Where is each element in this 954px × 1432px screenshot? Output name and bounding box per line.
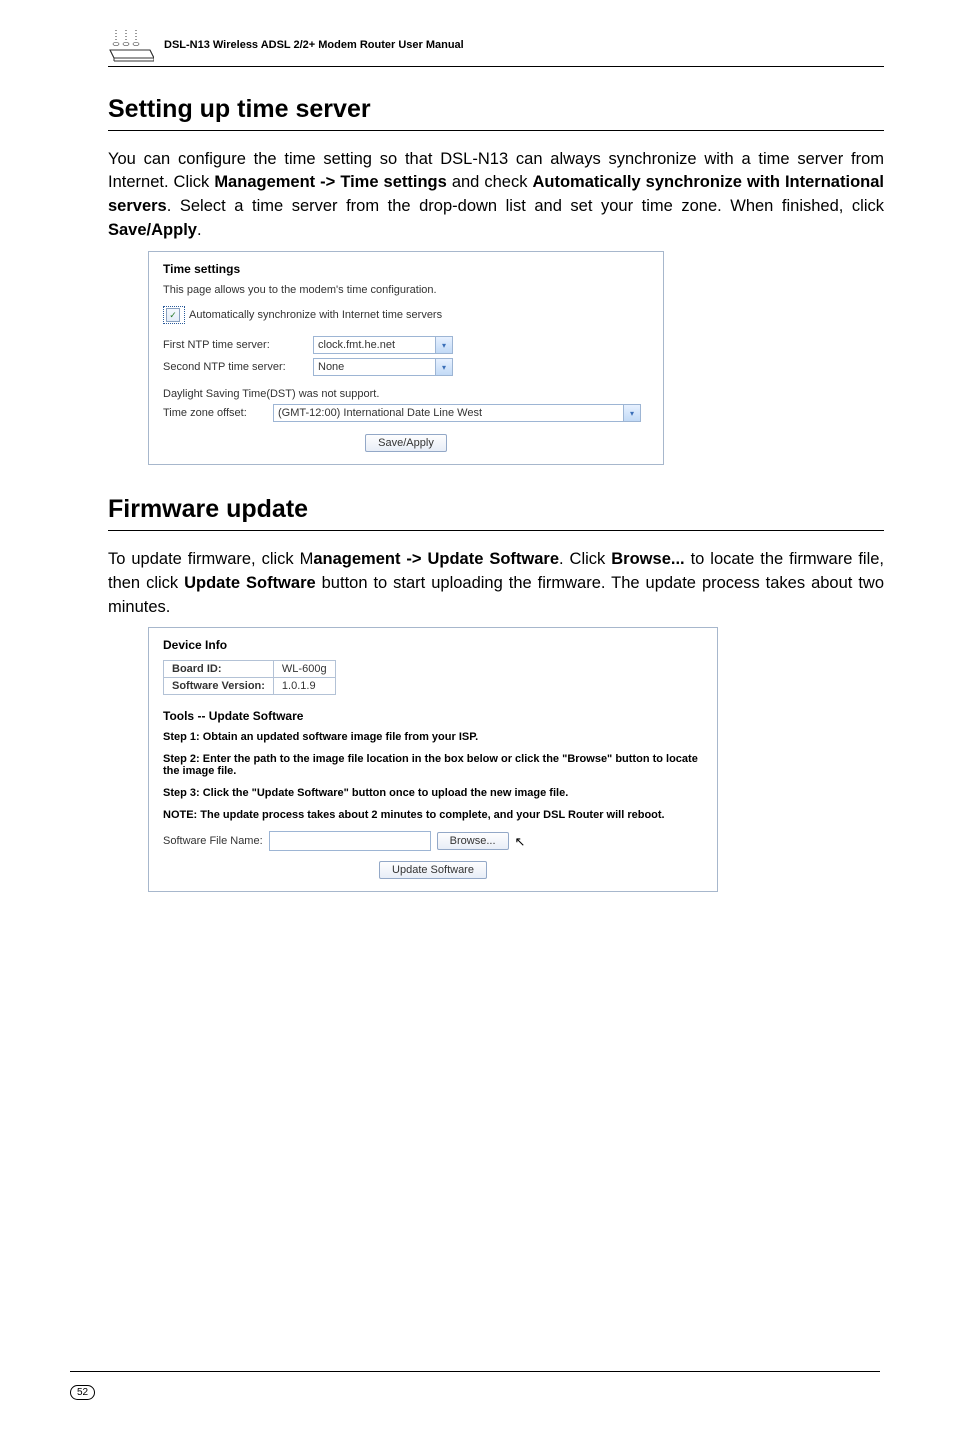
file-label: Software File Name: — [163, 835, 263, 847]
tz-label: Time zone offset: — [163, 407, 273, 419]
auto-sync-checkbox-wrap: ✓ — [163, 306, 185, 324]
first-ntp-label: First NTP time server: — [163, 339, 313, 351]
chevron-down-icon: ▾ — [435, 359, 452, 375]
step2: Step 2: Enter the path to the image file… — [163, 753, 703, 777]
tz-select[interactable]: (GMT-12:00) International Date Line West… — [273, 404, 641, 422]
section1-body: You can configure the time setting so th… — [108, 148, 884, 244]
chevron-down-icon: ▾ — [435, 337, 452, 353]
step3: Step 3: Click the "Update Software" butt… — [163, 787, 703, 799]
browse-button[interactable]: Browse... — [437, 832, 509, 850]
router-icon — [108, 28, 154, 62]
section2-body: To update firmware, click Management -> … — [108, 548, 884, 620]
file-input[interactable] — [269, 831, 431, 851]
page-footer: 52 — [70, 1371, 880, 1400]
screenshot-time-settings: Time settings This page allows you to th… — [148, 251, 664, 465]
auto-sync-checkbox[interactable]: ✓ — [166, 308, 180, 322]
board-id-value: WL-600g — [273, 661, 335, 678]
ss1-desc: This page allows you to the modem's time… — [163, 284, 649, 296]
step1: Step 1: Obtain an updated software image… — [163, 731, 703, 743]
ss1-title: Time settings — [163, 262, 649, 276]
section-title-firmware: Firmware update — [108, 495, 884, 531]
device-info-title: Device Info — [163, 638, 703, 652]
second-ntp-label: Second NTP time server: — [163, 361, 313, 373]
section-title-time: Setting up time server — [108, 95, 884, 131]
note: NOTE: The update process takes about 2 m… — [163, 809, 703, 821]
chevron-down-icon: ▾ — [623, 405, 640, 421]
auto-sync-label: Automatically synchronize with Internet … — [189, 309, 442, 321]
first-ntp-select[interactable]: clock.fmt.he.net ▾ — [313, 336, 453, 354]
page-header: DSL-N13 Wireless ADSL 2/2+ Modem Router … — [108, 28, 884, 67]
save-apply-button[interactable]: Save/Apply — [365, 434, 447, 452]
second-ntp-select[interactable]: None ▾ — [313, 358, 453, 376]
sw-version-label: Software Version: — [164, 678, 274, 695]
page-number: 52 — [70, 1385, 95, 1400]
manual-title: DSL-N13 Wireless ADSL 2/2+ Modem Router … — [164, 39, 464, 51]
update-software-button[interactable]: Update Software — [379, 861, 487, 879]
screenshot-update-software: Device Info Board ID: WL-600g Software V… — [148, 627, 718, 892]
tools-title: Tools -- Update Software — [163, 709, 703, 723]
board-id-label: Board ID: — [164, 661, 274, 678]
cursor-icon: ↖ — [515, 834, 526, 850]
dst-label: Daylight Saving Time(DST) was not suppor… — [163, 388, 649, 400]
sw-version-value: 1.0.1.9 — [273, 678, 335, 695]
device-info-table: Board ID: WL-600g Software Version: 1.0.… — [163, 660, 336, 695]
